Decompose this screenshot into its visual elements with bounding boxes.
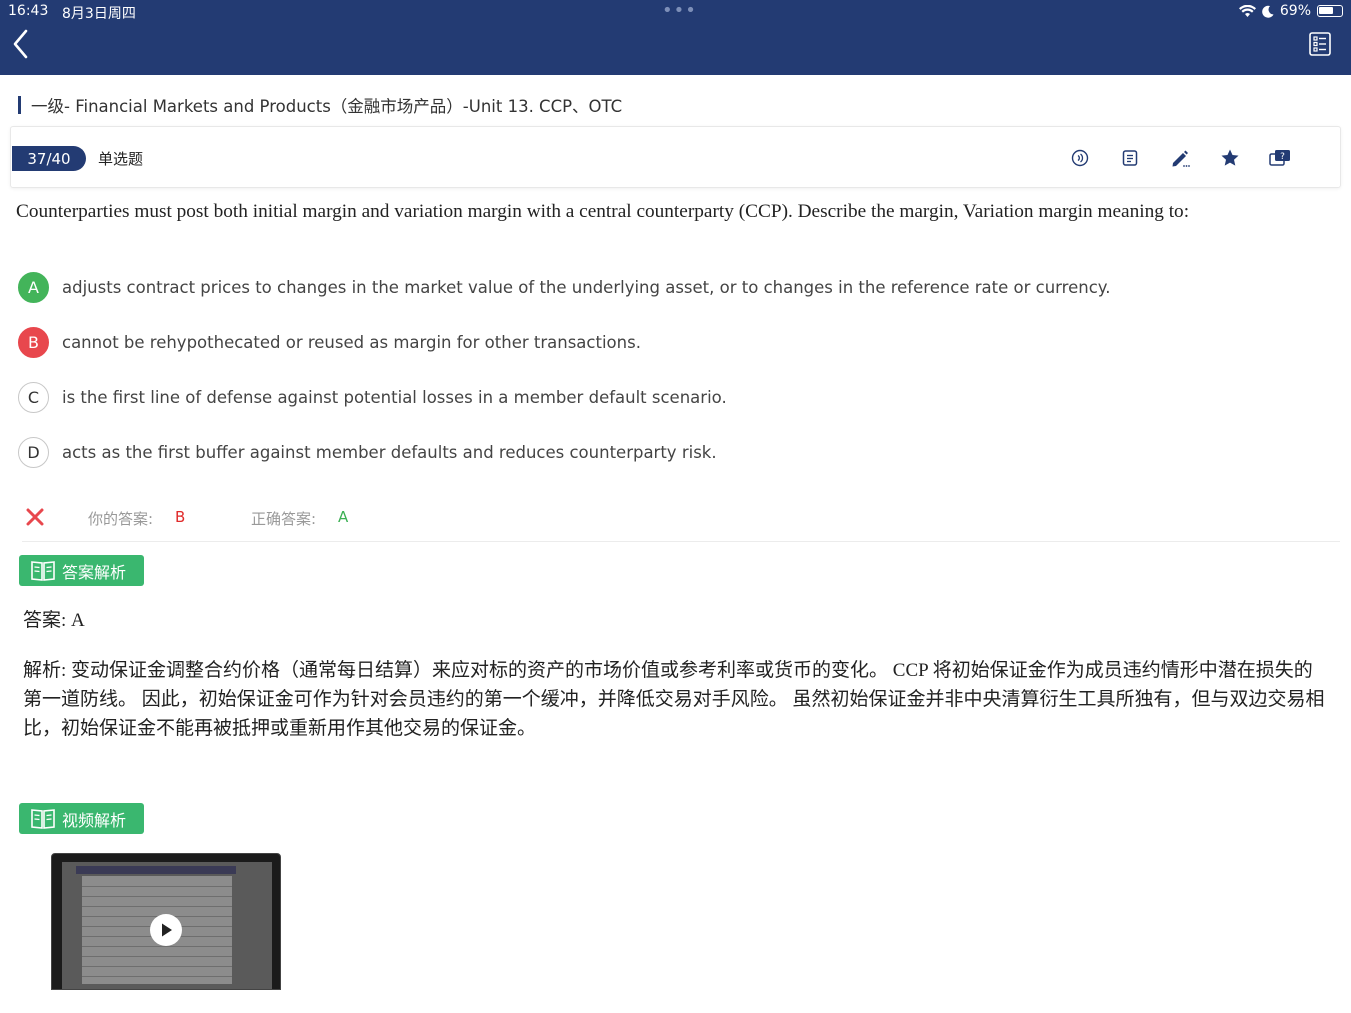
correct-answer-value: A xyxy=(338,508,349,526)
analysis-tag-label: 答案解析 xyxy=(62,562,127,582)
status-date: 8月3日周四 xyxy=(62,6,136,22)
play-icon xyxy=(162,923,172,937)
breadcrumb: 一级- Financial Markets and Products（金融市场产… xyxy=(18,93,622,117)
question-bubble-icon: ? xyxy=(1269,150,1290,166)
pencil-icon xyxy=(1172,150,1190,167)
your-answer-value: B xyxy=(175,508,186,526)
option-letter: C xyxy=(18,381,49,413)
video-analysis-tag: 视频解析 xyxy=(19,803,144,834)
status-indicators: 69% xyxy=(1238,3,1343,19)
option-letter: A xyxy=(18,271,49,303)
audio-icon xyxy=(1071,149,1089,167)
notes-button[interactable] xyxy=(1119,147,1141,169)
star-icon xyxy=(1221,149,1239,166)
answer-result-row: 你的答案: B 正确答案: A xyxy=(22,506,1340,542)
book-icon xyxy=(31,560,55,581)
audio-button[interactable] xyxy=(1069,147,1091,169)
analysis-explanation: 解析: 变动保证金调整合约价格（通常每日结算）来应对标的资产的市场价值或参考利率… xyxy=(23,660,1325,739)
video-thumbnail[interactable] xyxy=(51,853,281,990)
breadcrumb-text: 一级- Financial Markets and Products（金融市场产… xyxy=(31,97,623,116)
list-icon xyxy=(1309,32,1331,56)
question-list-button[interactable] xyxy=(1309,32,1331,56)
back-button[interactable] xyxy=(10,28,34,60)
wifi-icon xyxy=(1238,4,1256,17)
question-toolbar: ? xyxy=(1069,147,1291,169)
video-tag-label: 视频解析 xyxy=(62,810,127,830)
multitask-dots[interactable]: ••• xyxy=(662,0,697,21)
ask-question-button[interactable]: ? xyxy=(1269,147,1291,169)
play-button[interactable] xyxy=(150,914,182,946)
your-answer-label: 你的答案: xyxy=(88,510,154,528)
top-header: 16:43 8月3日周四 ••• 69% xyxy=(0,0,1351,75)
option-a[interactable]: A adjusts contract prices to changes in … xyxy=(18,271,1110,303)
book-icon xyxy=(31,808,55,829)
moon-icon xyxy=(1262,5,1274,18)
option-text: acts as the first buffer against member … xyxy=(62,442,717,462)
battery-icon xyxy=(1317,5,1343,17)
question-text: Counterparties must post both initial ma… xyxy=(16,201,1190,222)
wrong-x-icon xyxy=(26,508,44,526)
question-progress-badge: 37/40 xyxy=(12,146,86,171)
chevron-left-icon xyxy=(13,29,28,59)
option-b[interactable]: B cannot be rehypothecated or reused as … xyxy=(18,326,641,358)
notes-icon xyxy=(1122,150,1138,166)
option-letter: B xyxy=(18,326,49,358)
analysis-answer: 答案: A xyxy=(23,610,85,631)
option-letter: D xyxy=(18,436,49,468)
question-type: 单选题 xyxy=(98,150,144,168)
option-d[interactable]: D acts as the first buffer against membe… xyxy=(18,436,717,468)
edit-note-button[interactable] xyxy=(1169,147,1191,169)
video-frame-header xyxy=(76,866,236,874)
analysis-tag: 答案解析 xyxy=(19,555,144,586)
breadcrumb-marker xyxy=(18,96,21,114)
option-c[interactable]: C is the first line of defense against p… xyxy=(18,381,727,413)
option-text: adjusts contract prices to changes in th… xyxy=(62,277,1111,297)
question-header-card: 37/40 单选题 ? xyxy=(10,126,1341,188)
favorite-button[interactable] xyxy=(1219,147,1241,169)
battery-percent: 69% xyxy=(1279,3,1311,19)
svg-text:?: ? xyxy=(1280,152,1285,162)
correct-answer-label: 正确答案: xyxy=(251,510,317,528)
option-text: cannot be rehypothecated or reused as ma… xyxy=(62,332,641,352)
status-time: 16:43 xyxy=(8,3,49,19)
option-text: is the first line of defense against pot… xyxy=(62,387,727,407)
